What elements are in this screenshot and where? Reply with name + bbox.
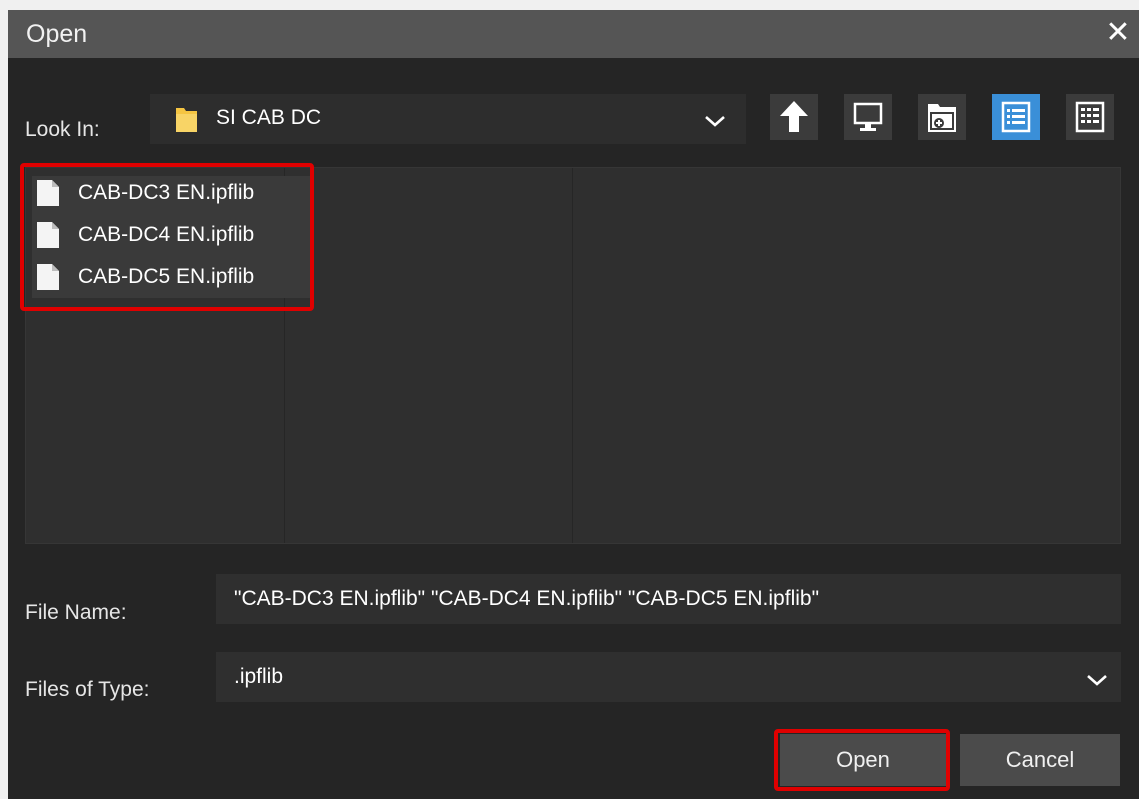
file-name-value: "CAB-DC3 EN.ipflib" "CAB-DC4 EN.ipflib" … [234, 587, 820, 610]
files-of-type-dropdown[interactable]: .ipflib [216, 652, 1121, 702]
file-name-field[interactable]: "CAB-DC3 EN.ipflib" "CAB-DC4 EN.ipflib" … [216, 574, 1121, 624]
folder-icon [176, 108, 197, 132]
look-in-label: Look In: [25, 118, 100, 141]
dialog-title: Open [26, 20, 88, 48]
close-icon[interactable]: ✕ [1101, 16, 1135, 52]
new-folder-icon [928, 104, 956, 132]
open-dialog: Open ✕ Look In: SI CAB DC CAB-DC3 EN.ipf… [8, 10, 1139, 799]
selection-annotation-box [20, 163, 314, 311]
title-bar[interactable]: Open ✕ [8, 10, 1139, 58]
list-view-icon [1001, 101, 1031, 133]
details-view-button[interactable] [1066, 94, 1114, 140]
monitor-icon [853, 102, 883, 131]
new-folder-button[interactable] [918, 94, 966, 140]
look-in-value: SI CAB DC [216, 106, 322, 129]
open-annotation-box [774, 729, 950, 791]
list-view-button[interactable] [992, 94, 1040, 140]
files-of-type-label: Files of Type: [25, 678, 150, 701]
file-name-label: File Name: [25, 601, 127, 624]
chevron-down-icon [705, 116, 725, 127]
cancel-button[interactable]: Cancel [960, 734, 1120, 786]
arrow-up-icon [780, 101, 808, 132]
up-one-level-button[interactable] [770, 94, 818, 140]
look-in-dropdown[interactable]: SI CAB DC [150, 94, 746, 144]
chevron-down-icon [1087, 675, 1107, 686]
desktop-button[interactable] [844, 94, 892, 140]
files-of-type-value: .ipflib [234, 665, 284, 688]
details-view-icon [1075, 101, 1105, 133]
column-divider [572, 168, 573, 543]
